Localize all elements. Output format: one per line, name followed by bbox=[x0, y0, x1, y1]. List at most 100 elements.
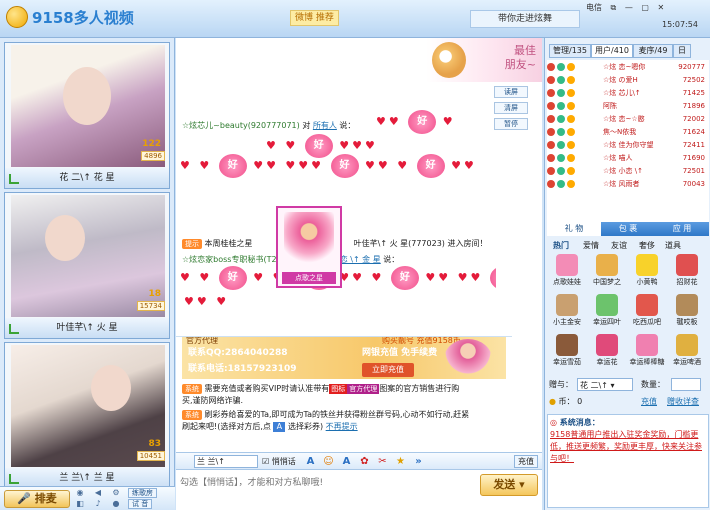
gift-item[interactable]: 幸运啤酒 bbox=[667, 334, 707, 372]
read-screen-button[interactable]: 读屏 bbox=[494, 86, 528, 98]
system-message-text[interactable]: 9158普通用户推出入驻奖金奖励，门槛更低，推送更频繁，奖励更丰厚，快来关注参与… bbox=[550, 429, 706, 465]
gift-categories: 热门 爱情 友谊 奢侈 道具 bbox=[547, 240, 709, 252]
gift-item[interactable]: 中国梦之 bbox=[587, 254, 627, 292]
video-panel-2[interactable]: 18 15734 叶佳芊\↑ 火 星 bbox=[4, 192, 170, 339]
user-row[interactable]: ☆炫 风雨者 70043 bbox=[547, 179, 709, 190]
tab-mic-queue[interactable]: 麦序/49 bbox=[633, 44, 673, 58]
coins-row: ● 币： 0 充值 赠收详查 bbox=[549, 396, 699, 408]
close-icon[interactable]: ✕ bbox=[657, 3, 664, 12]
gift-item[interactable]: 幸运四叶 bbox=[587, 294, 627, 332]
target-name[interactable]: 所有人 bbox=[313, 121, 337, 130]
font-icon[interactable]: A bbox=[304, 455, 317, 468]
chat-input[interactable] bbox=[180, 474, 476, 492]
tab-users[interactable]: 用户/410 bbox=[591, 44, 633, 58]
user-row[interactable]: 焦～N依我 71624 bbox=[547, 127, 709, 138]
signal-icon bbox=[9, 174, 19, 184]
lottery-icon: A bbox=[273, 422, 286, 432]
system-messages: ◎ 系统消息： 9158普通用户推出入驻奖金奖励，门槛更低，推送更频繁，奖励更丰… bbox=[547, 414, 709, 508]
share-icon[interactable]: ◧ bbox=[74, 499, 86, 508]
cat-friendship[interactable]: 友谊 bbox=[611, 240, 627, 252]
performer-name: 花 二\↑ 花 星 bbox=[5, 168, 169, 188]
gift-item[interactable]: 幸运花 bbox=[587, 334, 627, 372]
dont-show-again-link[interactable]: 不再提示 bbox=[326, 422, 358, 431]
gift-item[interactable]: 毽哎板 bbox=[667, 294, 707, 332]
quantity-input[interactable] bbox=[671, 378, 701, 391]
style-icon[interactable]: A bbox=[340, 455, 353, 468]
restore-icon[interactable]: ⧉ bbox=[611, 3, 617, 13]
gift-item[interactable]: 幸运雪茄 bbox=[547, 334, 587, 372]
gift-item[interactable]: 幸运棒棒糖 bbox=[627, 334, 667, 372]
tab-package[interactable]: 包 裹 bbox=[601, 222, 655, 236]
cat-hot[interactable]: 热门 bbox=[553, 240, 569, 252]
camera-icon[interactable]: ◉ bbox=[74, 488, 86, 497]
star-icon[interactable]: ★ bbox=[394, 455, 407, 468]
video-panel-3[interactable]: 83 10451 兰 兰\↑ 兰 星 bbox=[4, 342, 170, 489]
cat-props[interactable]: 道具 bbox=[665, 240, 681, 252]
send-button[interactable]: 发送 ▾ bbox=[480, 474, 538, 496]
user-row[interactable]: ☆炫 恋~嗯你 920777 bbox=[547, 62, 709, 73]
gift-item[interactable]: 小主金安 bbox=[547, 294, 587, 332]
scissors-icon[interactable]: ✂ bbox=[376, 455, 389, 468]
record-icon[interactable]: ● bbox=[110, 499, 122, 508]
speaker-icon[interactable]: ◀ bbox=[92, 488, 104, 497]
queue-mic-button[interactable]: 🎤 排麦 bbox=[4, 490, 70, 508]
user-row[interactable]: ☆炫 の爱H 72502 bbox=[547, 75, 709, 86]
recharge-link[interactable]: 充值 bbox=[641, 396, 657, 408]
ad-slogan: 网银充值 免手续费 bbox=[362, 348, 438, 358]
video-feed bbox=[11, 345, 165, 467]
user-row[interactable]: ☆炫 小恋 \↑ 72501 bbox=[547, 166, 709, 177]
tab-gifts[interactable]: 礼 物 bbox=[547, 222, 601, 236]
tab-day[interactable]: 日 bbox=[673, 44, 691, 58]
recharge-now-button[interactable]: 立即充值 bbox=[362, 363, 414, 377]
chat-target-select[interactable]: 兰 兰\↑ bbox=[194, 455, 258, 468]
gift-item[interactable]: 招财花 bbox=[667, 254, 707, 292]
gift-tabs: 礼 物 包 裹 应 用 bbox=[547, 222, 709, 236]
rank-badge: 15734 bbox=[136, 301, 165, 311]
karaoke-button[interactable]: 练歌房 bbox=[128, 488, 157, 498]
gift-item[interactable]: 点歌娃娃 bbox=[547, 254, 587, 292]
sender-name[interactable]: ☆炫芯儿~beauty(920777071) bbox=[182, 121, 300, 130]
cat-love[interactable]: 爱情 bbox=[583, 240, 599, 252]
video-panel-1[interactable]: 122 4896 花 二\↑ 花 星 bbox=[4, 42, 170, 189]
heart-decoration: ♥♥ ♥ bbox=[184, 295, 230, 308]
recharge-button[interactable]: 充值 bbox=[514, 455, 538, 468]
minimize-icon[interactable]: — bbox=[625, 3, 633, 12]
cat-luxury[interactable]: 奢侈 bbox=[639, 240, 655, 252]
user-row[interactable]: 阿陈 71896 bbox=[547, 101, 709, 112]
test-audio-button[interactable]: 试 音 bbox=[128, 499, 153, 509]
mic-bar: 🎤 排麦 ◉ ◀ ⚙ ◧ ♪ ● 练歌房 试 音 bbox=[0, 486, 175, 510]
whisper-checkbox[interactable]: ☑ 悄悄话 bbox=[262, 455, 296, 468]
recommend-link[interactable]: 微博 推荐 bbox=[290, 10, 339, 26]
agent-ad-banner[interactable]: 官方代理 联系QQ:2864040288 联系电话:18157923109 购买… bbox=[182, 337, 506, 379]
gift-item[interactable]: 吃西瓜吧 bbox=[627, 294, 667, 332]
rank-badge: 4896 bbox=[141, 151, 165, 161]
gift-animation[interactable]: 点歌之星 bbox=[276, 206, 342, 288]
prompt-badge: 提示 bbox=[182, 239, 202, 249]
gift-detail-link[interactable]: 赠收详查 bbox=[667, 396, 699, 408]
tab-apps[interactable]: 应 用 bbox=[655, 222, 709, 236]
maximize-icon[interactable]: ▢ bbox=[641, 3, 649, 12]
user-row[interactable]: ☆炫 芯儿\↑ 71425 bbox=[547, 88, 709, 99]
pause-button[interactable]: 暂停 bbox=[494, 118, 528, 130]
best-friend-banner[interactable]: 最佳 朋友~ bbox=[426, 38, 542, 82]
flower-icon[interactable]: ✿ bbox=[358, 455, 371, 468]
clear-screen-button[interactable]: 清屏 bbox=[494, 102, 528, 114]
gift-item[interactable]: 小黄鸭 bbox=[627, 254, 667, 292]
window-controls: 电信 ⧉ — ▢ ✕ bbox=[586, 2, 710, 16]
room-tagline[interactable]: 带你走进炫舞 bbox=[470, 10, 580, 28]
telecom-label: 电信 bbox=[586, 3, 602, 12]
user-row[interactable]: ☆炫 喵人 71690 bbox=[547, 153, 709, 164]
system-notice-1: 系统 需要充值或者购买VIP时请认准带有 图标 官方代理 图案的官方销售进行购 买,谨… bbox=[182, 384, 460, 405]
settings-icon[interactable]: ⚙ bbox=[110, 488, 122, 497]
give-target-select[interactable]: 花 二\↑ ▾ bbox=[577, 378, 633, 391]
system-badge: 系统 bbox=[182, 384, 202, 394]
more-icon[interactable]: » bbox=[412, 455, 425, 468]
emoji-icon[interactable]: ☺ bbox=[322, 455, 335, 468]
ad-girl-icon bbox=[444, 339, 492, 379]
volume-icon[interactable]: ♪ bbox=[92, 499, 104, 508]
user-row[interactable]: ☆炫 佳为你守望 72411 bbox=[547, 140, 709, 151]
give-row: 赠与： 花 二\↑ ▾ 数量： bbox=[549, 378, 709, 392]
user-row[interactable]: ☆炫 恋~☆憨 72002 bbox=[547, 114, 709, 125]
video-feed bbox=[11, 195, 165, 317]
tab-admins[interactable]: 管理/135 bbox=[549, 44, 591, 58]
